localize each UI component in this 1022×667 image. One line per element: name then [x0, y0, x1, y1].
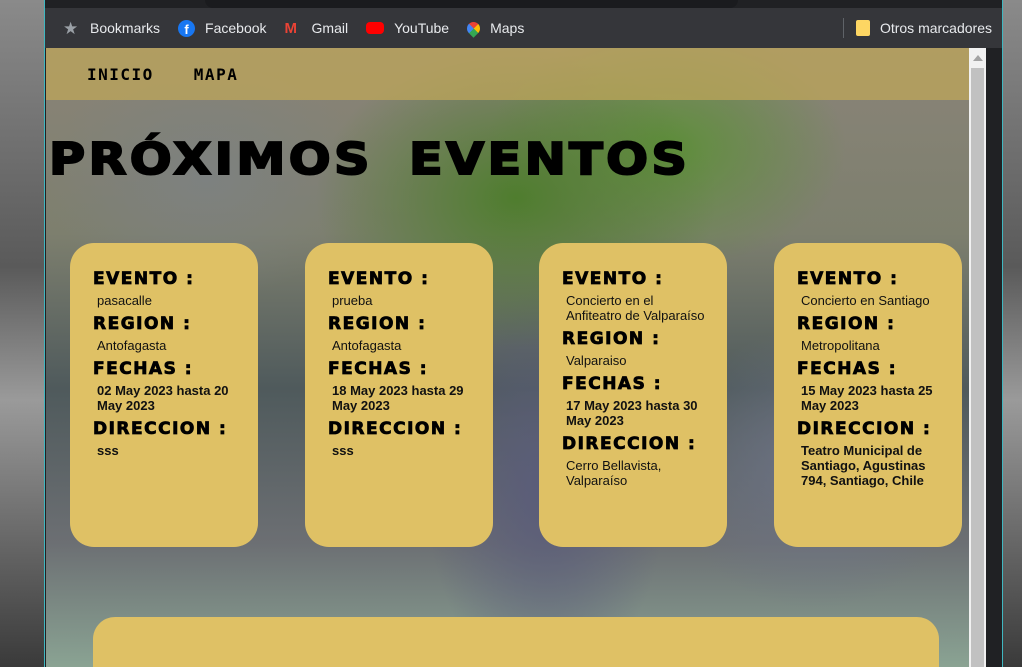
evento-label: EVENTO : [328, 269, 430, 290]
evento-value: prueba [332, 293, 373, 308]
region-value: Antofagasta [97, 338, 167, 353]
fechas-value: 17 May 2023 hasta 30 May 2023 [566, 398, 698, 428]
region-label: REGION : [328, 314, 427, 335]
scroll-up-arrow-icon[interactable] [972, 55, 983, 61]
bottom-panel [93, 617, 939, 667]
event-card: EVENTO : pasacalle REGION : Antofagasta FECH… [70, 243, 258, 547]
evento-value: Concierto en Santiago [801, 293, 930, 308]
bookmark-youtube[interactable]: YouTube [366, 20, 449, 36]
direccion-value: sss [97, 443, 119, 458]
nav-inicio[interactable]: INICIO [87, 65, 154, 84]
nav-bar: INICIO MAPA [46, 48, 986, 100]
scrollbar-thumb[interactable] [971, 68, 984, 667]
nav-mapa[interactable]: MAPA [194, 65, 239, 84]
fechas-label: FECHAS : [328, 359, 429, 380]
region-label: REGION : [797, 314, 896, 335]
bookmarks-bar: ★ Bookmarks f Facebook M Gmail YouTube Maps… [45, 8, 1002, 48]
scrollbar[interactable] [969, 48, 986, 667]
star-icon: ★ [63, 18, 79, 38]
evento-label: EVENTO : [93, 269, 195, 290]
evento-label: EVENTO : [562, 269, 664, 290]
evento-value: pasacalle [97, 293, 152, 308]
page-title: PRÓXIMOS EVENTOS [48, 133, 691, 186]
event-card: EVENTO : prueba REGION : Antofagasta FECHAS … [305, 243, 493, 547]
gmail-icon: M [284, 19, 298, 37]
direccion-value: sss [332, 443, 354, 458]
browser-window: ★ Bookmarks f Facebook M Gmail YouTube Maps… [44, 0, 1003, 667]
region-label: REGION : [562, 329, 661, 350]
bookmark-maps[interactable]: Maps [464, 18, 525, 38]
direccion-value: Teatro Municipal de Santiago, Agustinas … [801, 443, 926, 488]
address-bar[interactable] [205, 0, 738, 8]
fechas-value: 02 May 2023 hasta 20 May 2023 [97, 383, 229, 413]
bookmark-label: Maps [490, 20, 525, 36]
region-value: Antofagasta [332, 338, 402, 353]
direccion-label: DIRECCION : [797, 419, 932, 440]
direccion-label: DIRECCION : [562, 434, 697, 455]
other-bookmarks-label: Otros marcadores [879, 20, 992, 36]
region-value: Metropolitana [801, 338, 880, 353]
other-bookmarks[interactable]: Otros marcadores [842, 18, 992, 38]
bookmark-label: Gmail [311, 20, 349, 36]
divider [842, 18, 844, 38]
event-card: EVENTO : Concierto en el Anfiteatro de Va… [539, 243, 727, 547]
bookmark-label: Facebook [205, 20, 267, 36]
event-card: EVENTO : Concierto en Santiago REGION : Met… [774, 243, 962, 547]
web-page: INICIO MAPA PRÓXIMOS EVENTOS EVENTO : pas… [46, 48, 986, 667]
fechas-label: FECHAS : [562, 374, 663, 395]
youtube-icon [366, 22, 385, 34]
bookmark-facebook[interactable]: f Facebook [178, 19, 267, 37]
direccion-label: DIRECCION : [328, 419, 463, 440]
evento-label: EVENTO : [797, 269, 899, 290]
bookmark-label: YouTube [394, 20, 450, 36]
fechas-label: FECHAS : [797, 359, 898, 380]
folder-icon [855, 20, 870, 36]
region-value: Valparaiso [566, 353, 627, 368]
fechas-label: FECHAS : [93, 359, 194, 380]
bookmark-gmail[interactable]: M Gmail [285, 20, 349, 37]
fechas-value: 15 May 2023 hasta 25 May 2023 [801, 383, 933, 413]
region-label: REGION : [93, 314, 192, 335]
facebook-icon: f [178, 19, 196, 37]
bookmark-bookmarks[interactable]: ★ Bookmarks [63, 20, 160, 37]
direccion-value: Cerro Bellavista, Valparaíso [566, 458, 662, 488]
maps-icon [464, 18, 483, 38]
evento-value: Concierto en el Anfiteatro de Valparaíso [566, 293, 705, 323]
fechas-value: 18 May 2023 hasta 29 May 2023 [332, 383, 464, 413]
bookmark-label: Bookmarks [90, 20, 161, 36]
direccion-label: DIRECCION : [93, 419, 228, 440]
